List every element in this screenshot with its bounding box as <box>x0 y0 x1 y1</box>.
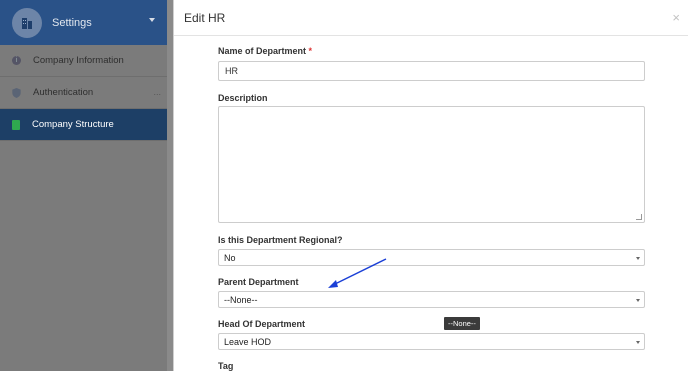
tooltip: --None-- <box>444 317 480 330</box>
resize-handle-icon[interactable] <box>636 214 642 220</box>
parent-department-label: Parent Department <box>218 277 299 287</box>
parent-department-value: --None-- <box>224 295 258 305</box>
regional-select-value: No <box>224 253 236 263</box>
sidebar: Settings i Company Information Authentic… <box>0 0 167 371</box>
modal-header: Edit HR × <box>174 0 688 36</box>
name-label-text: Name of Department <box>218 46 307 56</box>
sidebar-title: Settings <box>52 16 92 29</box>
description-label: Description <box>218 93 268 103</box>
head-of-department-label: Head Of Department <box>218 319 306 329</box>
info-icon: i <box>12 56 21 65</box>
sidebar-item-label: Company Information <box>33 55 124 66</box>
name-of-department-label: Name of Department * <box>218 46 312 56</box>
chevron-down-icon <box>636 299 640 302</box>
description-field[interactable] <box>218 106 645 223</box>
sidebar-header[interactable]: Settings <box>0 0 167 45</box>
edit-department-modal: Edit HR × Name of Department * HR Descri… <box>173 0 688 371</box>
required-mark: * <box>308 46 313 56</box>
head-of-department-select[interactable]: Leave HOD <box>218 333 645 350</box>
chevron-down-icon <box>636 257 640 260</box>
regional-label: Is this Department Regional? <box>218 235 343 245</box>
head-of-department-value: Leave HOD <box>224 337 272 347</box>
regional-select[interactable]: No <box>218 249 645 266</box>
department-name-field[interactable]: HR <box>218 61 645 81</box>
chevron-down-icon <box>636 341 640 344</box>
modal-title: Edit HR <box>184 10 226 25</box>
sidebar-item-label: Authentication <box>33 87 94 98</box>
sidebar-item-company-information[interactable]: i Company Information <box>0 45 167 77</box>
ellipsis: ... <box>153 87 161 97</box>
chevron-down-icon[interactable] <box>149 18 155 22</box>
sidebar-item-authentication[interactable]: Authentication ... <box>0 77 167 109</box>
sidebar-item-label: Company Structure <box>32 119 114 130</box>
close-icon[interactable]: × <box>672 10 680 25</box>
parent-department-select[interactable]: --None-- <box>218 291 645 308</box>
tag-label: Tag <box>218 361 234 371</box>
book-icon <box>12 119 20 130</box>
shield-icon <box>12 87 21 98</box>
building-icon <box>12 7 42 38</box>
sidebar-item-company-structure[interactable]: Company Structure <box>0 109 167 141</box>
